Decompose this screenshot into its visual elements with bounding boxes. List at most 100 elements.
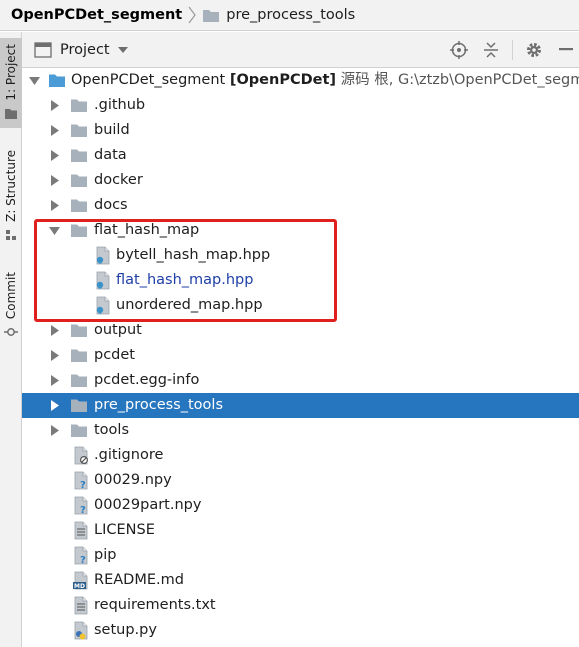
tree-item-label: output [94,322,142,338]
tree-file[interactable]: setup.py [22,618,579,643]
folder-icon [70,221,88,240]
tree-item-label: pip [94,547,117,563]
chevron-right-icon[interactable] [49,424,61,437]
tree-item-label: flat_hash_map [94,222,200,238]
commit-icon [4,323,18,342]
tree-item-label: unordered_map.hpp [116,297,263,313]
unknown-file-icon: ? [72,496,90,515]
tree-root[interactable]: OpenPCDet_segment [OpenPCDet] 源码 根, G:\z… [22,68,579,93]
structure-icon [5,226,17,245]
tree-file[interactable]: ? 00029.npy [22,468,579,493]
tree-item-label: bytell_hash_map.hpp [116,247,271,263]
tree-folder-expanded[interactable]: flat_hash_map [22,218,579,243]
chevron-right-icon[interactable] [49,99,61,112]
project-view-selector[interactable]: Project [22,42,128,58]
text-file-icon [72,596,90,615]
chevron-right-icon[interactable] [49,124,61,137]
text-file-icon [72,521,90,540]
tree-file[interactable]: .gitignore [22,443,579,468]
chevron-right-icon[interactable] [49,174,61,187]
chevron-right-icon[interactable] [49,324,61,337]
chevron-right-icon[interactable] [49,349,61,362]
locate-icon[interactable] [446,37,472,63]
chevron-right-icon[interactable] [49,199,61,212]
folder-icon [70,146,88,165]
strip-tab-project[interactable]: 1: Project [0,38,22,128]
svg-text:?: ? [80,555,86,565]
strip-tab-label: Commit [4,272,18,320]
folder-icon [70,396,88,415]
tree-item-label: LICENSE [94,522,155,538]
gear-icon[interactable] [521,37,547,63]
tree-file[interactable]: MD README.md [22,568,579,593]
chevron-down-icon [117,46,128,53]
panel-toolbar [440,32,579,68]
tree-folder[interactable]: pcdet [22,343,579,368]
tree-folder[interactable]: build [22,118,579,143]
tree-item-label: docker [94,172,143,188]
root-folder-icon [48,71,66,90]
tree-file[interactable]: LICENSE [22,518,579,543]
tree-folder[interactable]: output [22,318,579,343]
folder-icon [70,346,88,365]
ignore-file-icon [72,446,90,465]
collapse-icon[interactable] [478,37,504,63]
folder-icon [70,421,88,440]
tree-file[interactable]: requirements.txt [22,593,579,618]
tree-file[interactable]: ? 00029part.npy [22,493,579,518]
tree-folder[interactable]: docker [22,168,579,193]
strip-tab-label: Z: Structure [4,150,18,222]
project-icon [34,41,52,58]
breadcrumb: OpenPCDet_segment pre_process_tools [0,0,579,31]
folder-icon [70,196,88,215]
root-path: 源码 根, G:\ztzb\OpenPCDet_segm [336,72,579,88]
tree-item-label: README.md [94,572,184,588]
chevron-right-icon [184,5,200,25]
tree-item-label: 00029part.npy [94,497,202,513]
tree-item-label: setup.py [94,622,157,638]
svg-text:?: ? [80,505,86,515]
chevron-right-icon[interactable] [49,399,61,412]
root-name: OpenPCDet_segment [71,72,230,88]
tree-folder-selected[interactable]: pre_process_tools [22,393,579,418]
tree-folder[interactable]: pcdet.egg-info [22,368,579,393]
breadcrumb-root[interactable]: OpenPCDet_segment [11,7,182,23]
breadcrumb-child[interactable]: pre_process_tools [226,7,355,23]
strip-tab-label: 1: Project [4,44,18,101]
tree-file[interactable]: ? pip [22,543,579,568]
tree-folder[interactable]: data [22,143,579,168]
tree-file[interactable]: flat_hash_map.hpp [22,268,579,293]
minimize-icon[interactable] [553,37,579,63]
tree-item-label: .github [94,97,146,113]
tree-file[interactable]: bytell_hash_map.hpp [22,243,579,268]
chevron-right-icon[interactable] [49,149,61,162]
folder-icon [70,371,88,390]
panel-title: Project [60,41,110,58]
strip-tab-structure[interactable]: Z: Structure [0,144,22,246]
folder-icon [70,121,88,140]
chevron-right-icon[interactable] [49,374,61,387]
hpp-file-icon [94,296,112,315]
tree-item-label: .gitignore [94,447,164,463]
chevron-down-icon[interactable] [28,74,40,87]
chevron-down-icon[interactable] [48,224,60,237]
tree-file[interactable]: unordered_map.hpp [22,293,579,318]
ide-window: OpenPCDet_segment pre_process_tools 1: P… [0,0,579,647]
tree-folder[interactable]: docs [22,193,579,218]
tree-item-label: flat_hash_map.hpp [116,272,254,288]
folder-icon [4,105,18,124]
unknown-file-icon: ? [72,546,90,565]
unknown-file-icon: ? [72,471,90,490]
tool-window-strip: 1: Project Z: Structure Commit [0,32,22,647]
tree-item-label: pcdet.egg-info [94,372,200,388]
markdown-file-icon: MD [72,571,90,590]
tree-folder[interactable]: tools [22,418,579,443]
tree-item-label: requirements.txt [94,597,216,613]
strip-tab-commit[interactable]: Commit [0,266,22,346]
folder-icon [202,8,220,23]
tree-item-label: tools [94,422,130,438]
folder-icon [70,96,88,115]
folder-icon [70,171,88,190]
svg-text:MD: MD [74,583,85,590]
tree-folder[interactable]: .github [22,93,579,118]
